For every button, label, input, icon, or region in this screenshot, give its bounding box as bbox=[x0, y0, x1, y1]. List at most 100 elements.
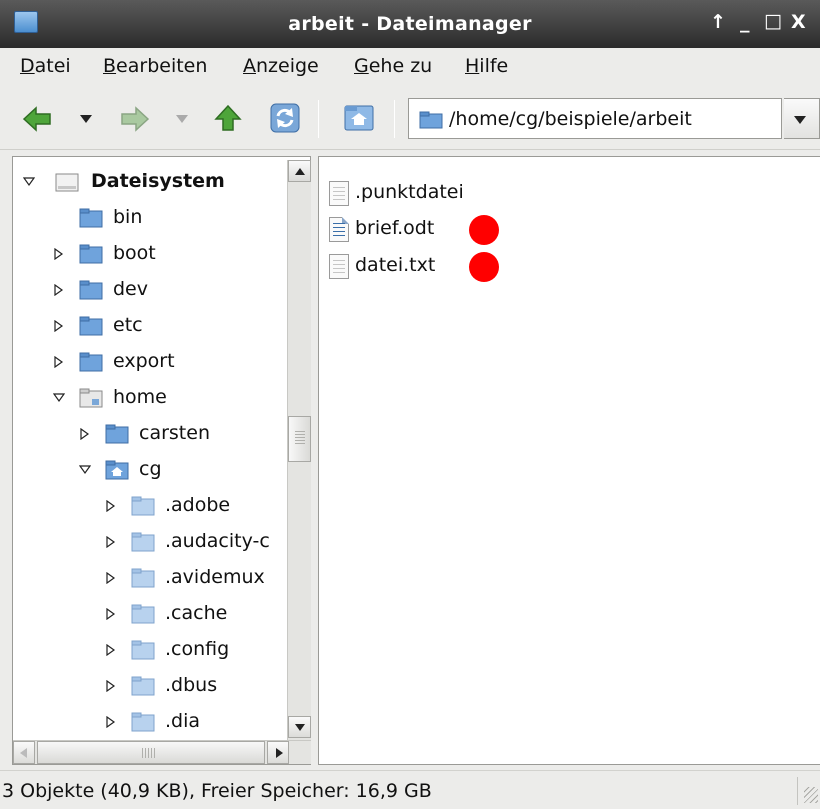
expander-closed-icon[interactable] bbox=[53, 320, 65, 332]
tree-vertical-scrollbar[interactable] bbox=[287, 160, 311, 740]
file-list[interactable]: .punktdatei brief.odt datei.txt bbox=[318, 156, 820, 765]
location-dropdown-button[interactable] bbox=[784, 98, 820, 139]
menu-anzeige-label: nzeige bbox=[256, 55, 319, 77]
menu-bearbeiten-mnemonic: B bbox=[103, 55, 117, 77]
tree-item-config[interactable]: .config bbox=[13, 633, 303, 667]
status-bar: 3 Objekte (40,9 KB), Freier Speicher: 16… bbox=[0, 770, 820, 809]
scroll-left-button[interactable] bbox=[13, 741, 35, 764]
tree-item-label: .adobe bbox=[165, 494, 231, 516]
status-separator bbox=[797, 777, 798, 805]
expander-open-icon[interactable] bbox=[79, 464, 91, 476]
document-file-icon bbox=[329, 217, 349, 242]
expander-closed-icon[interactable] bbox=[105, 500, 117, 512]
drive-icon bbox=[55, 173, 79, 192]
expander-open-icon[interactable] bbox=[53, 392, 65, 404]
tree-item-label: .cache bbox=[165, 602, 228, 624]
home-folder-icon[interactable] bbox=[344, 104, 374, 132]
tree-item-home[interactable]: home bbox=[13, 381, 303, 415]
tree-item-export[interactable]: export bbox=[13, 345, 303, 379]
tree-item-etc[interactable]: etc bbox=[13, 309, 303, 343]
folder-icon bbox=[79, 280, 103, 300]
scroll-down-button[interactable] bbox=[288, 716, 311, 738]
menu-bearbeiten[interactable]: Bearbeiten bbox=[103, 55, 207, 77]
tree-item-dia[interactable]: .dia bbox=[13, 705, 303, 739]
forward-history-dropdown-icon[interactable] bbox=[176, 115, 188, 123]
expander-closed-icon[interactable] bbox=[53, 248, 65, 260]
expander-closed-icon[interactable] bbox=[105, 572, 117, 584]
maximize-icon[interactable]: □ bbox=[764, 10, 782, 32]
keep-above-icon[interactable]: ↑ bbox=[710, 11, 726, 33]
menu-datei-label: atei bbox=[34, 55, 71, 77]
tree-item-dev[interactable]: dev bbox=[13, 273, 303, 307]
tree-item-cg[interactable]: cg bbox=[13, 453, 303, 487]
expander-closed-icon[interactable] bbox=[53, 284, 65, 296]
reload-icon[interactable] bbox=[270, 103, 300, 133]
toolbar-separator bbox=[318, 100, 319, 138]
tree-item-dbus[interactable]: .dbus bbox=[13, 669, 303, 703]
back-history-dropdown-icon[interactable] bbox=[80, 115, 92, 123]
menu-gehe-zu-mnemonic: G bbox=[354, 55, 369, 77]
red-marker-dot bbox=[469, 215, 499, 245]
text-file-icon bbox=[329, 181, 349, 206]
tree-item-cache[interactable]: .cache bbox=[13, 597, 303, 631]
hidden-folder-icon bbox=[131, 496, 155, 516]
menu-datei[interactable]: Datei bbox=[20, 55, 71, 77]
expander-closed-icon[interactable] bbox=[105, 608, 117, 620]
tree-root-dateisystem[interactable]: Dateisystem bbox=[13, 165, 303, 199]
hidden-folder-icon bbox=[131, 640, 155, 660]
back-arrow-icon[interactable] bbox=[22, 106, 52, 132]
expander-open-icon[interactable] bbox=[23, 176, 35, 188]
menu-hilfe-label: ilfe bbox=[479, 55, 509, 77]
tree-item-audacity-c[interactable]: .audacity-c bbox=[13, 525, 303, 559]
tree-item-avidemux[interactable]: .avidemux bbox=[13, 561, 303, 595]
tree-item-label: Dateisystem bbox=[91, 170, 225, 192]
chevron-down-icon bbox=[794, 116, 806, 124]
up-arrow-icon[interactable] bbox=[214, 104, 242, 132]
tree-item-label: boot bbox=[113, 242, 156, 264]
hidden-folder-icon bbox=[131, 568, 155, 588]
tree-item-label: etc bbox=[113, 314, 143, 336]
tree-item-carsten[interactable]: carsten bbox=[13, 417, 303, 451]
expander-closed-icon[interactable] bbox=[79, 428, 91, 440]
tree-item-label: .dbus bbox=[165, 674, 218, 696]
menu-hilfe[interactable]: Hilfe bbox=[465, 55, 508, 77]
tree-item-label: .avidemux bbox=[165, 566, 265, 588]
hidden-folder-icon bbox=[131, 676, 155, 696]
status-text: 3 Objekte (40,9 KB), Freier Speicher: 16… bbox=[2, 780, 432, 802]
folder-icon bbox=[79, 316, 103, 336]
forward-arrow-icon[interactable] bbox=[120, 106, 150, 132]
folder-tree[interactable]: Dateisystem bin boot dev etc export home carste… bbox=[12, 156, 311, 765]
toolbar-separator bbox=[394, 100, 395, 138]
resize-grip-icon[interactable] bbox=[804, 787, 818, 803]
tree-item-label: dev bbox=[113, 278, 148, 300]
tree-item-label: .audacity-c bbox=[165, 530, 270, 552]
close-icon[interactable]: X bbox=[791, 11, 806, 33]
file-name: .punktdatei bbox=[355, 181, 464, 203]
menu-anzeige[interactable]: Anzeige bbox=[243, 55, 319, 77]
minimize-icon[interactable]: _ bbox=[740, 11, 750, 33]
folder-icon bbox=[79, 208, 103, 228]
expander-closed-icon[interactable] bbox=[53, 356, 65, 368]
expander-closed-icon[interactable] bbox=[105, 536, 117, 548]
tree-item-adobe[interactable]: .adobe bbox=[13, 489, 303, 523]
tree-item-bin[interactable]: bin bbox=[13, 201, 303, 235]
expander-closed-icon[interactable] bbox=[105, 680, 117, 692]
hidden-folder-icon bbox=[131, 604, 155, 624]
scroll-thumb[interactable] bbox=[288, 416, 311, 462]
title-bar[interactable]: arbeit - Dateimanager ↑ _ □ X bbox=[0, 0, 820, 48]
tree-item-label: .config bbox=[165, 638, 230, 660]
tree-item-label: home bbox=[113, 386, 167, 408]
expander-closed-icon[interactable] bbox=[105, 644, 117, 656]
user-home-folder-icon bbox=[105, 460, 129, 480]
menu-gehe-zu[interactable]: Gehe zu bbox=[354, 55, 432, 77]
tree-item-boot[interactable]: boot bbox=[13, 237, 303, 271]
location-input[interactable]: /home/cg/beispiele/arbeit bbox=[408, 98, 782, 139]
scroll-thumb[interactable] bbox=[37, 741, 265, 764]
menu-bar: Datei Bearbeiten Anzeige Gehe zu Hilfe bbox=[0, 48, 820, 88]
expander-closed-icon[interactable] bbox=[105, 716, 117, 728]
scroll-right-button[interactable] bbox=[267, 741, 289, 764]
file-name: brief.odt bbox=[355, 217, 435, 239]
scroll-up-button[interactable] bbox=[288, 160, 311, 182]
tree-item-label: bin bbox=[113, 206, 143, 228]
tree-horizontal-scrollbar[interactable] bbox=[13, 740, 311, 764]
